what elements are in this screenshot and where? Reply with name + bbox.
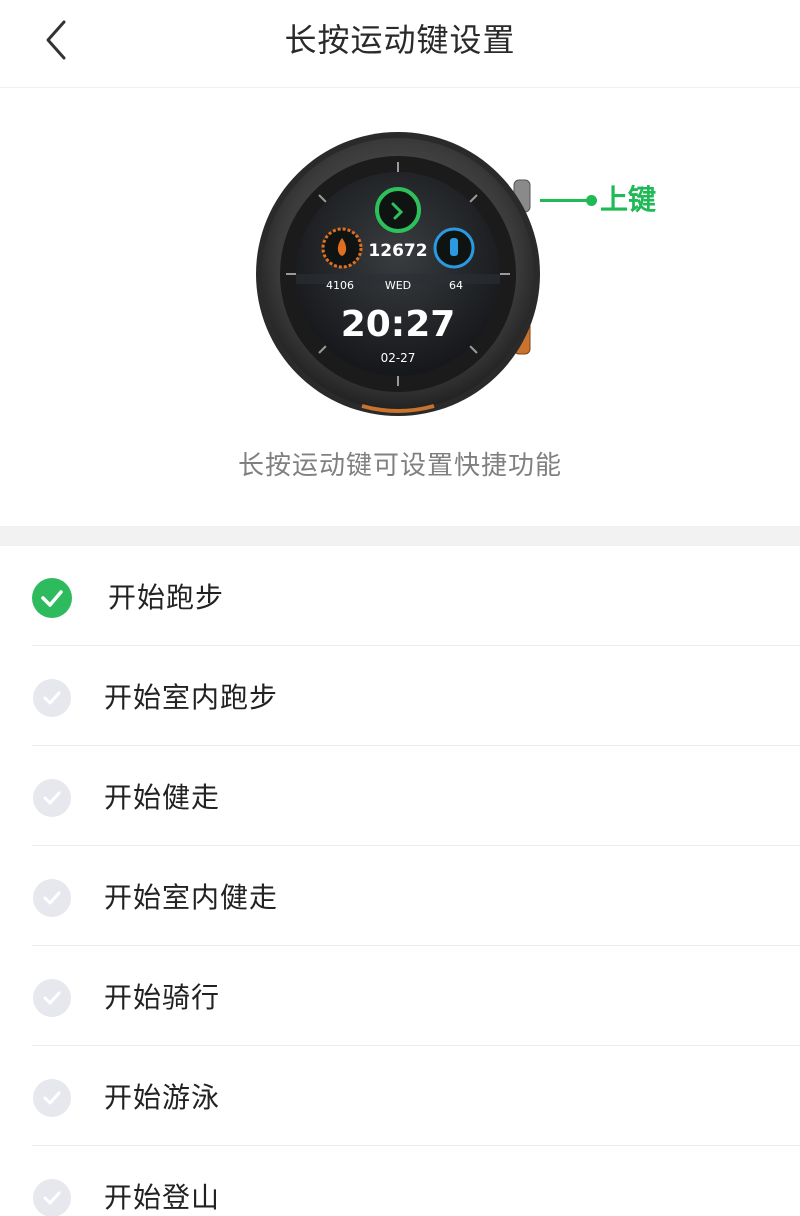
option-label: 开始跑步: [108, 581, 225, 614]
check-unselected-icon: [33, 879, 71, 917]
watch-date: 02-27: [381, 351, 416, 365]
watch-illustration: 12672 4106 WED 64 20:27 02-27: [252, 124, 552, 424]
watch-weekday: WED: [385, 279, 411, 292]
option-start-hiking[interactable]: 开始登山: [0, 1146, 800, 1216]
page-title: 长按运动键设置: [284, 21, 516, 59]
hero-description: 长按运动键可设置快捷功能: [237, 451, 562, 481]
check-unselected-icon: [33, 779, 71, 817]
check-selected-icon: [32, 578, 72, 618]
check-unselected-icon: [33, 1079, 71, 1117]
callout-dot: [586, 195, 597, 206]
section-divider: [0, 526, 800, 546]
callout-line: [540, 199, 590, 202]
check-unselected-icon: [33, 979, 71, 1017]
option-label: 开始登山: [104, 1181, 221, 1214]
option-label: 开始骑行: [104, 981, 221, 1014]
option-start-indoor-running[interactable]: 开始室内跑步: [0, 646, 800, 746]
option-label: 开始游泳: [104, 1081, 221, 1114]
option-label: 开始健走: [104, 781, 221, 814]
option-start-swimming[interactable]: 开始游泳: [0, 1046, 800, 1146]
watch-time: 20:27: [341, 304, 456, 345]
option-start-running[interactable]: 开始跑步: [0, 546, 800, 646]
option-start-walking[interactable]: 开始健走: [0, 746, 800, 846]
watch-heart-rate: 64: [449, 279, 463, 292]
shortcut-option-list: 开始跑步 开始室内跑步 开始健走 开始室内健走 开始骑行 开始游泳 开始登山: [0, 546, 800, 1216]
option-label: 开始室内跑步: [104, 681, 279, 714]
watch-calories: 4106: [326, 279, 354, 292]
option-start-cycling[interactable]: 开始骑行: [0, 946, 800, 1046]
option-start-indoor-walking[interactable]: 开始室内健走: [0, 846, 800, 946]
upper-key-label: 上键: [600, 183, 657, 216]
nav-bar: 长按运动键设置: [0, 0, 800, 88]
check-unselected-icon: [33, 1179, 71, 1216]
check-unselected-icon: [33, 679, 71, 717]
watch-steps: 12672: [368, 241, 427, 261]
option-label: 开始室内健走: [104, 881, 279, 914]
hero-section: 12672 4106 WED 64 20:27 02-27 上键 长按运动键可设…: [0, 88, 800, 526]
